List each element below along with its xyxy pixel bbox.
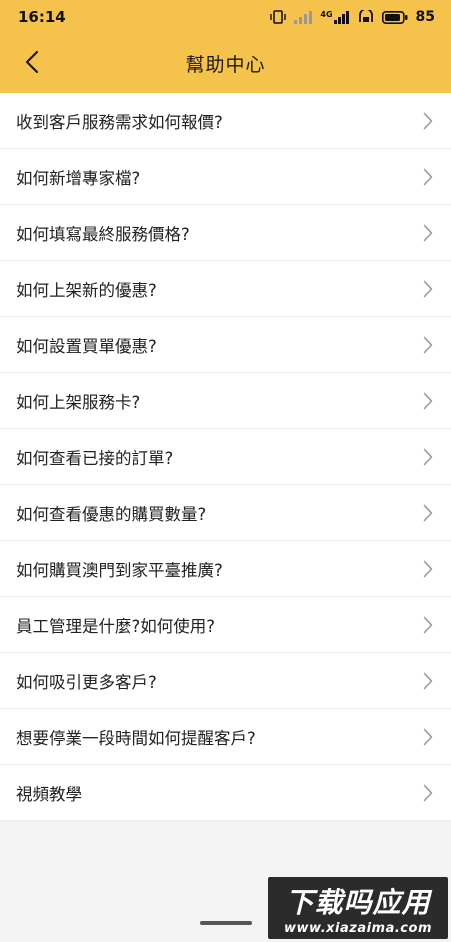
chevron-right-icon — [423, 560, 433, 578]
help-list-item[interactable]: 員工管理是什麼?如何使用? — [0, 597, 451, 653]
back-button[interactable] — [14, 44, 50, 84]
help-item-label: 員工管理是什麼?如何使用? — [16, 616, 216, 636]
help-list-item[interactable]: 視頻教學 — [0, 765, 451, 821]
battery-percentage: 85 — [415, 9, 435, 25]
signal-4g-icon: 4G — [320, 9, 349, 24]
help-list-item[interactable]: 收到客戶服務需求如何報價? — [0, 93, 451, 149]
help-item-label: 如何吸引更多客戶? — [16, 672, 157, 692]
chevron-right-icon — [423, 504, 433, 522]
chevron-right-icon — [423, 672, 433, 690]
chevron-right-icon — [423, 336, 433, 354]
vibrate-icon — [270, 10, 287, 24]
hd-icon — [358, 10, 374, 24]
help-list-item[interactable]: 如何填寫最終服務價格? — [0, 205, 451, 261]
help-item-label: 如何上架新的優惠? — [16, 280, 157, 300]
watermark-title: 下载吗应用 — [285, 885, 431, 919]
help-item-label: 如何查看已接的訂單? — [16, 448, 174, 468]
help-item-label: 視頻教學 — [16, 784, 82, 804]
help-item-label: 收到客戶服務需求如何報價? — [16, 112, 223, 132]
chevron-right-icon — [423, 392, 433, 410]
status-bar: 16:14 4G 85 — [0, 0, 451, 34]
chevron-right-icon — [423, 728, 433, 746]
signal-icon — [294, 10, 313, 24]
chevron-right-icon — [423, 280, 433, 298]
status-icons: 4G 85 — [270, 9, 435, 25]
help-list-item[interactable]: 如何查看優惠的購買數量? — [0, 485, 451, 541]
home-indicator[interactable] — [200, 921, 252, 925]
help-list-item[interactable]: 如何設置買單優惠? — [0, 317, 451, 373]
chevron-right-icon — [423, 448, 433, 466]
help-list-item[interactable]: 如何購買澳門到家平臺推廣? — [0, 541, 451, 597]
chevron-left-icon — [25, 50, 39, 78]
help-item-label: 如何新增專家檔? — [16, 168, 141, 188]
nav-bar: 幫助中心 — [0, 34, 451, 93]
help-item-label: 如何填寫最終服務價格? — [16, 224, 190, 244]
network-label: 4G — [320, 9, 333, 19]
help-list-item[interactable]: 如何上架服務卡? — [0, 373, 451, 429]
help-list-item[interactable]: 如何吸引更多客戶? — [0, 653, 451, 709]
chevron-right-icon — [423, 616, 433, 634]
watermark-url: www.xiazaima.com — [284, 920, 432, 936]
app-header: 16:14 4G 85 幫助中心 — [0, 0, 451, 93]
help-list-item[interactable]: 如何上架新的優惠? — [0, 261, 451, 317]
page-title: 幫助中心 — [185, 54, 266, 76]
help-item-label: 如何設置買單優惠? — [16, 336, 157, 356]
chevron-right-icon — [423, 224, 433, 242]
help-item-label: 想要停業一段時間如何提醒客戶? — [16, 728, 256, 748]
chevron-right-icon — [423, 784, 433, 802]
help-list-item[interactable]: 想要停業一段時間如何提醒客戶? — [0, 709, 451, 765]
help-list: 收到客戶服務需求如何報價? 如何新增專家檔? 如何填寫最終服務價格? 如何上架新的優惠… — [0, 93, 451, 821]
help-item-label: 如何購買澳門到家平臺推廣? — [16, 560, 223, 580]
help-item-label: 如何上架服務卡? — [16, 392, 141, 412]
battery-icon — [381, 10, 408, 24]
help-item-label: 如何查看優惠的購買數量? — [16, 504, 207, 524]
watermark-logo: 下载吗应用 www.xiazaima.com — [268, 877, 448, 939]
help-list-item[interactable]: 如何新增專家檔? — [0, 149, 451, 205]
help-list-item[interactable]: 如何查看已接的訂單? — [0, 429, 451, 485]
chevron-right-icon — [423, 168, 433, 186]
chevron-right-icon — [423, 112, 433, 130]
status-time: 16:14 — [18, 8, 66, 26]
